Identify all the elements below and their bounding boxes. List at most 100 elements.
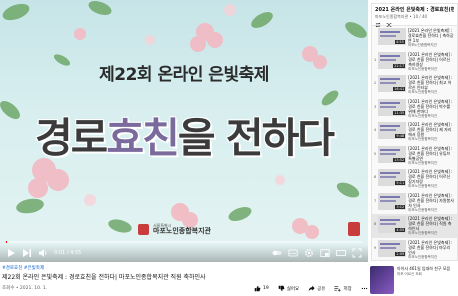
playlist-items: 4:55 [2021 온라인 은빛축제] : 경로효친을 전하다 | 축하공연 1… xyxy=(372,26,457,261)
thumbnail-line xyxy=(380,195,401,198)
autoplay-toggle-icon[interactable] xyxy=(272,248,282,258)
save-label: 저장 xyxy=(343,286,352,292)
playlist-item-channel: 마포노인종합복지관 xyxy=(408,184,438,188)
miniplayer-icon[interactable] xyxy=(320,248,330,258)
video-player[interactable]: 제22회 온라인 은빛축제 경로효친을 전하다 서울특별시 마포노인종합복지관 … xyxy=(0,0,368,262)
playlist-item-thumbnail[interactable]: 2:09 xyxy=(378,239,407,257)
playlist-item-thumbnail[interactable]: 4:55 xyxy=(378,216,407,233)
playlist-header: 2021 온라인 은빛축제 : 경로효친(편지회)를 위해 마포노인종합복지관 … xyxy=(372,4,457,28)
like-button[interactable]: 19 xyxy=(254,285,269,292)
playlist-item-title[interactable]: [2021 온라인 은빛축제] : 경로효친을 전하다 | 축하공연 1부 xyxy=(408,28,455,43)
playlist-item[interactable]: 5 13:52 [2021 온라인 은빛축제] : 경로 친을 전하다| 유튜브 특… xyxy=(372,144,457,168)
playlist-item-channel: 마포노인종합복지관 xyxy=(408,160,438,165)
playlist-item-text: [2021 온라인 은빛축제] : 경로 친을 전하다| 유튜브 특별공연 마포노… xyxy=(408,146,455,166)
playlist-item-title[interactable]: [2021 온라인 은빛축제] : 경로 친을 전하다| 어르신 장기자랑 xyxy=(408,169,455,184)
thumbnail-line xyxy=(380,105,397,108)
playlist-item-thumbnail[interactable]: 13:52 xyxy=(378,145,407,163)
share-label: 공유 xyxy=(317,286,326,292)
thumbnail-line xyxy=(380,101,401,104)
organization-name: 마포노인종합복지관 xyxy=(153,227,211,235)
thumbnail-line xyxy=(380,58,397,61)
playlist-item-title[interactable]: [2021 온라인 은빛축제] : 경로 친을 전하다| 최고 어르신 인터뷰 xyxy=(408,75,455,90)
playlist-item-thumbnail[interactable]: 16:41 xyxy=(378,75,407,92)
thumbnail-line xyxy=(380,176,397,178)
playlist-item-text: [2021 온라인 은빛축제] : 경로 친을 전하다| 제 자리에서 응원 마포… xyxy=(408,122,455,142)
playlist-item-text: [2021 온라인 은빛축제] : 경로 친을 전하다| 최고 어르신 인터뷰 마… xyxy=(408,75,455,95)
playlist-item-title[interactable]: [2021 온라인 은빛축제] : 경로 친을 전하다| 유튜브 특별공연 xyxy=(408,146,455,161)
playlist-item-text: [2021 온라인 은빛축제] : 경로 친을 전하다| 마무리 인사 마포노인종… xyxy=(408,240,455,260)
playlist-item-thumbnail[interactable]: 5:11 xyxy=(378,169,407,186)
organization-logo: 서울특별시 마포노인종합복지관 xyxy=(138,224,211,235)
settings-gear-icon[interactable] xyxy=(304,248,314,258)
playlist-item-channel: 마포노인종합복지관 xyxy=(408,66,438,71)
playlist-item[interactable]: 8 4:55 [2021 온라인 은빛축제] : 경로 친을 전하다| 직원 축하인… xyxy=(372,214,457,238)
playlist-item-title[interactable]: [2021 온라인 은빛축제] : 경로 친을 전하다| 제 자리에서 응원 xyxy=(408,122,455,137)
recommended-text: 아이사 461일 입대하 친구 모음 마포 어르신 조회 xyxy=(397,266,450,296)
play-icon[interactable] xyxy=(6,248,16,258)
subtitles-icon[interactable] xyxy=(288,248,298,258)
playlist-item[interactable]: 1 22:17 [2021 온라인 은빛축제] : 경로 친을 전하다| 어르신 축… xyxy=(372,50,457,74)
playlist-item-index: 5 xyxy=(374,151,377,156)
playlist-item[interactable]: 3 11:35 [2021 온라인 은빛축제] : 경로 친을 전하다| 박수를 위… xyxy=(372,97,457,121)
thumbs-up-icon xyxy=(254,285,261,292)
thumbnail-line xyxy=(380,129,397,131)
playlist-item-thumbnail[interactable]: 9:48 xyxy=(378,122,407,139)
thumbnail-line xyxy=(380,125,401,127)
video-headline: 경로효친을 전하다 xyxy=(0,104,368,164)
playlist-item-thumbnail[interactable]: 22:17 xyxy=(378,51,407,69)
playlist-item-thumbnail[interactable]: 3:12 xyxy=(378,192,407,210)
recommended-video[interactable]: 아이사 461일 입대하 친구 모음 마포 어르신 조회 xyxy=(370,266,458,296)
recommended-title[interactable]: 아이사 461일 입대하 친구 모음 xyxy=(397,266,450,271)
playlist-item-title[interactable]: [2021 온라인 은빛축제] : 경로 친을 전하다| 자원봉사자 인사 xyxy=(408,193,455,208)
playlist-item-index: 3 xyxy=(374,104,377,109)
more-actions-button[interactable] xyxy=(361,285,368,292)
playlist-item-duration: 11:35 xyxy=(393,110,406,115)
playlist-item[interactable]: 9 2:09 [2021 온라인 은빛축제] : 경로 친을 전하다| 마무리 인사… xyxy=(372,238,457,261)
playlist-item-thumbnail[interactable]: 11:35 xyxy=(378,98,407,116)
player-controls: 0:01 / 4:55 xyxy=(0,244,368,262)
thumbs-down-icon xyxy=(278,285,285,292)
recommended-channel: 마포 어르신 조회 xyxy=(397,272,422,276)
playlist-item-duration: 22:17 xyxy=(393,63,406,68)
playlist-item-title[interactable]: [2021 온라인 은빛축제] : 경로 친을 전하다| 박수를 위해 한마디 xyxy=(408,99,455,114)
video-hashtags[interactable]: #경로효친 #은빛축제 xyxy=(2,265,44,271)
playlist-item-title[interactable]: [2021 온라인 은빛축제] : 경로 친을 전하다| 어르신 축하영상 xyxy=(408,52,455,67)
fullscreen-icon[interactable] xyxy=(352,248,362,258)
thumbnail-line xyxy=(380,54,401,57)
next-icon[interactable] xyxy=(22,248,32,258)
playlist-item[interactable]: 4:55 [2021 온라인 은빛축제] : 경로효친을 전하다 | 축하공연 1… xyxy=(372,26,457,50)
playlist-item-index: 9 xyxy=(374,245,377,250)
playlist-title[interactable]: 2021 온라인 은빛축제 : 경로효친(편지회)를 위해 xyxy=(375,6,454,13)
playlist-item-text: [2021 온라인 은빛축제] : 경로 친을 전하다| 자원봉사자 인사 마포노… xyxy=(408,193,455,213)
volume-icon[interactable] xyxy=(38,248,48,258)
recommended-thumbnail[interactable] xyxy=(370,266,394,294)
share-button[interactable]: 공유 xyxy=(308,285,325,292)
playlist-item-index: 6 xyxy=(374,175,377,179)
progress-bar[interactable] xyxy=(6,241,362,243)
thumbnail-line xyxy=(380,152,397,155)
thumbnail-line xyxy=(380,172,401,174)
dislike-label: 싫어요 xyxy=(286,286,300,292)
organization-mark-icon xyxy=(138,224,149,235)
playlist-item-duration: 4:55 xyxy=(395,228,406,232)
channel-watermark-icon[interactable] xyxy=(348,222,360,236)
playlist-item-title[interactable]: [2021 온라인 은빛축제] : 경로 친을 전하다| 직원 축하인사 xyxy=(408,216,455,231)
playlist-item-duration: 2:09 xyxy=(395,251,406,256)
playlist-item[interactable]: 7 3:12 [2021 온라인 은빛축제] : 경로 친을 전하다| 자원봉사자 … xyxy=(372,191,457,215)
save-button[interactable]: 저장 xyxy=(334,285,352,292)
thumbnail-line xyxy=(379,31,400,33)
playlist-item[interactable]: 4 9:48 [2021 온라인 은빛축제] : 경로 친을 전하다| 제 자리에서… xyxy=(372,120,457,144)
playlist-item-duration: 16:41 xyxy=(393,87,406,91)
playlist-item[interactable]: 2 16:41 [2021 온라인 은빛축제] : 경로 친을 전하다| 최고 어르… xyxy=(372,73,457,97)
thumbnail-line xyxy=(380,223,397,225)
thumbnail-line xyxy=(380,148,401,151)
playlist-item-index: 2 xyxy=(374,81,377,85)
playlist-item[interactable]: 6 5:11 [2021 온라인 은빛축제] : 경로 친을 전하다| 어르신 장기… xyxy=(372,167,457,191)
playlist-item-thumbnail[interactable]: 4:55 xyxy=(377,28,406,45)
theater-mode-icon[interactable] xyxy=(336,248,346,258)
organization-text: 서울특별시 마포노인종합복지관 xyxy=(153,224,211,235)
playlist-item-duration: 9:48 xyxy=(395,134,406,138)
playlist-item-channel: 마포노인종합복지관 xyxy=(408,207,438,212)
playlist-item-title[interactable]: [2021 온라인 은빛축제] : 경로 친을 전하다| 마무리 인사 xyxy=(408,240,455,255)
dislike-button[interactable]: 싫어요 xyxy=(278,285,299,292)
